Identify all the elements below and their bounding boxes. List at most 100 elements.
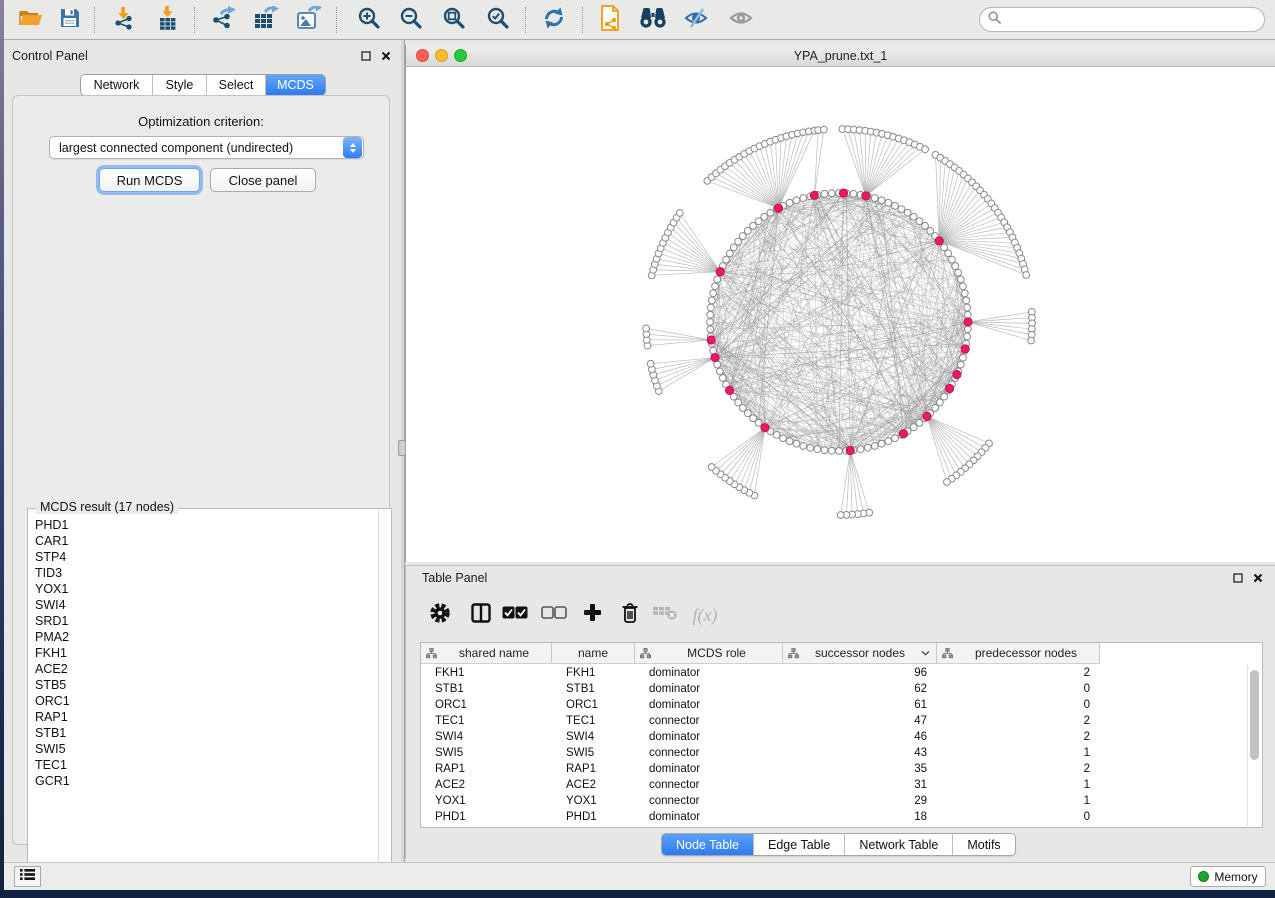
table-row[interactable]: ORC1ORC1dominator610 [421, 697, 1262, 713]
mcds-result-item[interactable]: STB1 [29, 725, 377, 741]
ring-node[interactable] [871, 195, 878, 202]
task-history-button[interactable] [14, 866, 41, 887]
table-cell[interactable]: dominator [635, 697, 783, 713]
show-columns-button[interactable] [465, 599, 497, 631]
select-all-columns-button[interactable] [499, 599, 531, 631]
ring-node[interactable] [885, 438, 892, 445]
export-table-button[interactable] [249, 3, 283, 37]
table-cell[interactable]: 1 [937, 793, 1100, 809]
ring-node[interactable] [821, 447, 828, 454]
close-panel-button[interactable] [379, 49, 393, 63]
ring-node[interactable] [955, 269, 962, 276]
leaf-node[interactable] [820, 126, 827, 133]
table-cell[interactable]: SWI4 [552, 729, 635, 745]
table-cell[interactable]: 1 [937, 745, 1100, 761]
mcds-hub-node[interactable] [726, 386, 734, 394]
ring-node[interactable] [716, 368, 723, 375]
leaf-node[interactable] [708, 464, 715, 471]
table-cell[interactable]: ORC1 [421, 697, 552, 713]
ring-node[interactable] [828, 447, 835, 454]
ring-node[interactable] [857, 446, 864, 453]
table-cell[interactable]: dominator [635, 665, 783, 681]
ring-node[interactable] [878, 197, 885, 204]
table-cell[interactable]: 2 [937, 729, 1100, 745]
zoom-fit-button[interactable] [437, 3, 471, 37]
mcds-hub-node[interactable] [707, 336, 715, 344]
mcds-result-item[interactable]: GCR1 [29, 773, 377, 789]
ring-node[interactable] [904, 209, 911, 216]
ring-node[interactable] [707, 311, 714, 318]
table-cell[interactable]: connector [635, 745, 783, 761]
ring-node[interactable] [960, 283, 967, 290]
table-cell[interactable]: TEC1 [552, 713, 635, 729]
mcds-hub-node[interactable] [945, 384, 953, 392]
table-cell[interactable]: STB1 [552, 681, 635, 697]
ring-node[interactable] [761, 213, 768, 220]
mcds-hub-node[interactable] [964, 318, 972, 326]
mcds-hub-node[interactable] [761, 424, 769, 432]
table-cell[interactable]: STB1 [421, 681, 552, 697]
zoom-out-button[interactable] [394, 3, 428, 37]
hide-selected-button[interactable] [679, 3, 713, 37]
search-field[interactable] [979, 7, 1265, 32]
ring-node[interactable] [710, 290, 717, 297]
ring-node[interactable] [963, 297, 970, 304]
table-cell[interactable]: SWI5 [552, 745, 635, 761]
table-cell[interactable]: YOX1 [552, 793, 635, 809]
mcds-result-item[interactable]: SWI5 [29, 741, 377, 757]
ring-node[interactable] [708, 297, 715, 304]
table-settings-button[interactable] [424, 599, 456, 631]
ring-node[interactable] [910, 424, 917, 431]
mcds-hub-node[interactable] [923, 412, 931, 420]
table-cell[interactable]: 96 [783, 665, 937, 681]
column-header-predecessor-nodes[interactable]: predecessor nodes [937, 643, 1100, 663]
mcds-result-item[interactable]: CAR1 [29, 533, 377, 549]
table-scrollbar[interactable] [1247, 665, 1261, 826]
delete-column-button[interactable] [614, 599, 646, 631]
mcds-result-item[interactable]: TEC1 [29, 757, 377, 773]
ring-node[interactable] [735, 399, 742, 406]
ring-node[interactable] [755, 218, 762, 225]
ring-node[interactable] [964, 326, 971, 333]
ring-node[interactable] [850, 190, 857, 197]
mcds-hub-node[interactable] [716, 267, 724, 275]
table-cell[interactable]: dominator [635, 761, 783, 777]
import-table-button[interactable] [151, 3, 185, 37]
function-builder-button[interactable]: f(x) [689, 599, 721, 631]
ring-node[interactable] [836, 448, 843, 455]
ring-node[interactable] [878, 440, 885, 447]
table-cell[interactable]: YOX1 [421, 793, 552, 809]
leaf-node[interactable] [1028, 337, 1035, 344]
float-panel-button[interactable] [359, 49, 373, 63]
table-cell[interactable]: 31 [783, 777, 937, 793]
table-row[interactable]: FKH1FKH1dominator962 [421, 665, 1262, 681]
ring-node[interactable] [821, 190, 828, 197]
ring-node[interactable] [800, 195, 807, 202]
table-cell[interactable]: FKH1 [552, 665, 635, 681]
mcds-hub-node[interactable] [774, 204, 782, 212]
control-tab-mcds[interactable]: MCDS [266, 75, 325, 95]
table-cell[interactable]: 35 [783, 761, 937, 777]
table-cell[interactable]: 2 [937, 713, 1100, 729]
close-panel-action-button[interactable]: Close panel [210, 168, 316, 192]
table-cell[interactable]: ORC1 [552, 697, 635, 713]
table-cell[interactable]: connector [635, 713, 783, 729]
add-column-button[interactable] [576, 599, 608, 631]
table-cell[interactable]: ACE2 [421, 777, 552, 793]
mcds-result-list[interactable]: PHD1CAR1STP4TID3YOX1SWI4SRD1PMA2FKH1ACE2… [29, 517, 377, 876]
ring-node[interactable] [707, 304, 714, 311]
ring-node[interactable] [730, 244, 737, 251]
ring-node[interactable] [964, 333, 971, 340]
mcds-result-item[interactable]: TID3 [29, 565, 377, 581]
table-cell[interactable]: 0 [937, 809, 1100, 825]
table-cell[interactable]: 1 [937, 777, 1100, 793]
ring-node[interactable] [707, 319, 714, 326]
ring-node[interactable] [780, 435, 787, 442]
ring-node[interactable] [714, 276, 721, 283]
node-table[interactable]: shared namenameMCDS rolesuccessor nodesp… [420, 642, 1263, 828]
mcds-result-item[interactable]: PMA2 [29, 629, 377, 645]
table-tab-node-table[interactable]: Node Table [662, 834, 754, 855]
ring-node[interactable] [957, 361, 964, 368]
table-cell[interactable]: TEC1 [421, 713, 552, 729]
ring-node[interactable] [712, 283, 719, 290]
